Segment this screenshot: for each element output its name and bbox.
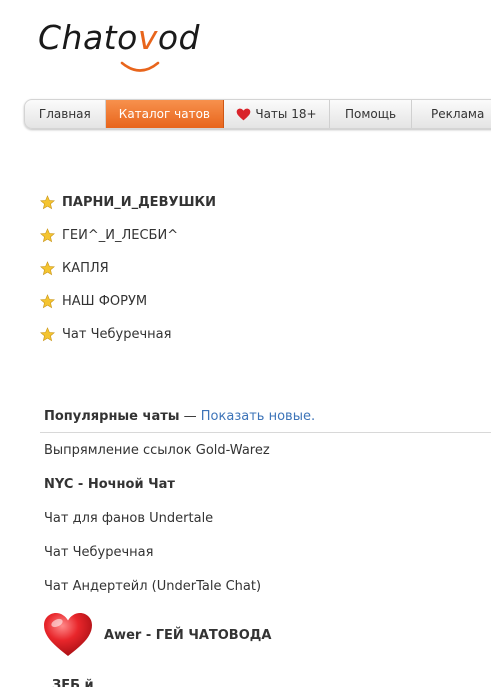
star-icon (40, 228, 55, 243)
logo-text: Chatovod (38, 18, 200, 57)
star-icon (40, 261, 55, 276)
nav-catalog-active[interactable]: Каталог чатов (105, 100, 225, 128)
popular-title: Популярные чаты (44, 409, 180, 424)
list-item-partial[interactable]: ЗЕБ й (52, 678, 94, 687)
featured-chat[interactable]: Awer - ГЕЙ ЧАТОВОДА (42, 610, 271, 660)
favorites-list: ПАРНИ_И_ДЕВУШКИ ГЕИ^_И_ЛЕСБИ^ КАПЛЯ НАШ … (40, 186, 216, 351)
list-item[interactable]: Чат Чебуречная (40, 318, 216, 351)
star-icon (40, 327, 55, 342)
popular-list: Выпрямление ссылок Gold-Warez NYC - Ночн… (44, 434, 270, 604)
nav-ads[interactable]: Реклама (412, 100, 491, 128)
heart-icon (44, 613, 92, 656)
featured-chat-label: Awer - ГЕЙ ЧАТОВОДА (104, 627, 272, 643)
list-item[interactable]: Чат Андертейл (UnderTale Chat) (44, 570, 270, 604)
nav-help[interactable]: Помощь (330, 100, 413, 128)
popular-separator: — (179, 409, 201, 424)
smile-icon (120, 61, 160, 72)
nav-home[interactable]: Главная (25, 100, 106, 128)
list-item[interactable]: ГЕИ^_И_ЛЕСБИ^ (40, 219, 216, 252)
list-item[interactable]: NYC - Ночной Чат (44, 468, 270, 502)
main-nav: Главная Каталог чатов Чаты 18+ Помощь Ре… (24, 99, 491, 129)
nav-adult-chats[interactable]: Чаты 18+ (224, 100, 330, 128)
divider (40, 432, 491, 433)
list-item[interactable]: Чат Чебуречная (44, 536, 270, 570)
list-item[interactable]: ПАРНИ_И_ДЕВУШКИ (40, 186, 216, 219)
list-item[interactable]: НАШ ФОРУМ (40, 285, 216, 318)
chatovod-logo[interactable]: Chatovod (38, 14, 208, 72)
heart-icon (237, 108, 251, 120)
page: Chatovod Главная Каталог чатов Чаты 18+ … (0, 0, 491, 687)
star-icon (40, 294, 55, 309)
list-item[interactable]: Чат для фанов Undertale (44, 502, 270, 536)
show-new-link[interactable]: Показать новые. (201, 409, 315, 424)
list-item[interactable]: Выпрямление ссылок Gold-Warez (44, 434, 270, 468)
list-item[interactable]: КАПЛЯ (40, 252, 216, 285)
star-icon (40, 195, 55, 210)
popular-header: Популярные чаты — Показать новые. (44, 409, 315, 424)
